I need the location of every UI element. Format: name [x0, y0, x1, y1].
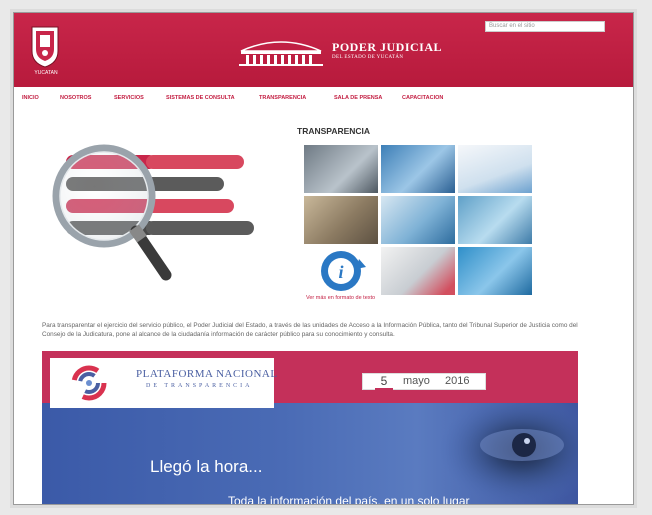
svg-text:i: i	[338, 262, 343, 282]
info-icon[interactable]: i	[304, 247, 378, 295]
pnt-banner[interactable]: PLATAFORMA NACIONAL DE TRANSPARENCIA 5 m…	[42, 351, 578, 505]
transparency-image-grid: i	[304, 145, 534, 295]
site-subtitle: DEL ESTADO DE YUCATÁN	[332, 55, 404, 60]
courthouse-logo-icon[interactable]	[236, 37, 326, 67]
photo-tile[interactable]	[381, 247, 455, 295]
pnt-subtitle: DE TRANSPARENCIA	[146, 383, 253, 389]
banner-headline: Llegó la hora...	[150, 457, 263, 476]
intro-paragraph: Para transparentar el ejercicio del serv…	[42, 322, 578, 338]
main-nav: INICIO NOSOTROS SERVICIOS SISTEMAS DE CO…	[14, 87, 633, 107]
pnt-title: PLATAFORMA NACIONAL	[136, 368, 278, 380]
nav-item-sistemas[interactable]: SISTEMAS DE CONSULTA	[166, 95, 235, 101]
photo-tile[interactable]	[381, 196, 455, 244]
search-input[interactable]: Buscar en el sitio	[485, 21, 605, 32]
nav-item-transparencia[interactable]: TRANSPARENCIA	[259, 95, 306, 101]
browser-page: Buscar en el sitio YUCATAN PODER JUDICIA…	[13, 12, 634, 505]
photo-tile[interactable]	[458, 196, 532, 244]
nav-item-inicio[interactable]: INICIO	[22, 95, 39, 101]
section-title: TRANSPARENCIA	[297, 126, 371, 136]
banner-tagline: Toda la información del país, en un solo…	[228, 494, 470, 505]
crest-label: YUCATAN	[34, 70, 58, 76]
date-month: mayo	[403, 375, 430, 387]
site-header: Buscar en el sitio YUCATAN PODER JUDICIA…	[14, 13, 633, 87]
eye-image-icon	[432, 403, 578, 504]
nav-item-nosotros[interactable]: NOSOTROS	[60, 95, 91, 101]
site-title: PODER JUDICIAL	[332, 40, 443, 54]
nav-item-capacitacion[interactable]: CAPACITACION	[402, 95, 443, 101]
ver-mas-link[interactable]: Ver más en formato de texto	[306, 295, 375, 301]
photo-tile[interactable]	[458, 247, 532, 295]
photo-tile[interactable]	[381, 145, 455, 193]
launch-date-box: 5 mayo 2016	[362, 373, 486, 390]
photo-tile[interactable]	[304, 145, 378, 193]
pnt-logo-icon	[71, 365, 107, 401]
photo-tile[interactable]	[304, 196, 378, 244]
nav-item-servicios[interactable]: SERVICIOS	[114, 95, 144, 101]
date-year: 2016	[445, 375, 470, 387]
nav-item-sala-prensa[interactable]: SALA DE PRENSA	[334, 95, 382, 101]
photo-tile[interactable]	[458, 145, 532, 193]
state-crest-icon[interactable]	[30, 25, 60, 69]
magnifier-menu-graphic	[52, 144, 254, 281]
pnt-logo-box[interactable]: PLATAFORMA NACIONAL DE TRANSPARENCIA	[50, 358, 277, 408]
date-day: 5	[375, 375, 393, 390]
